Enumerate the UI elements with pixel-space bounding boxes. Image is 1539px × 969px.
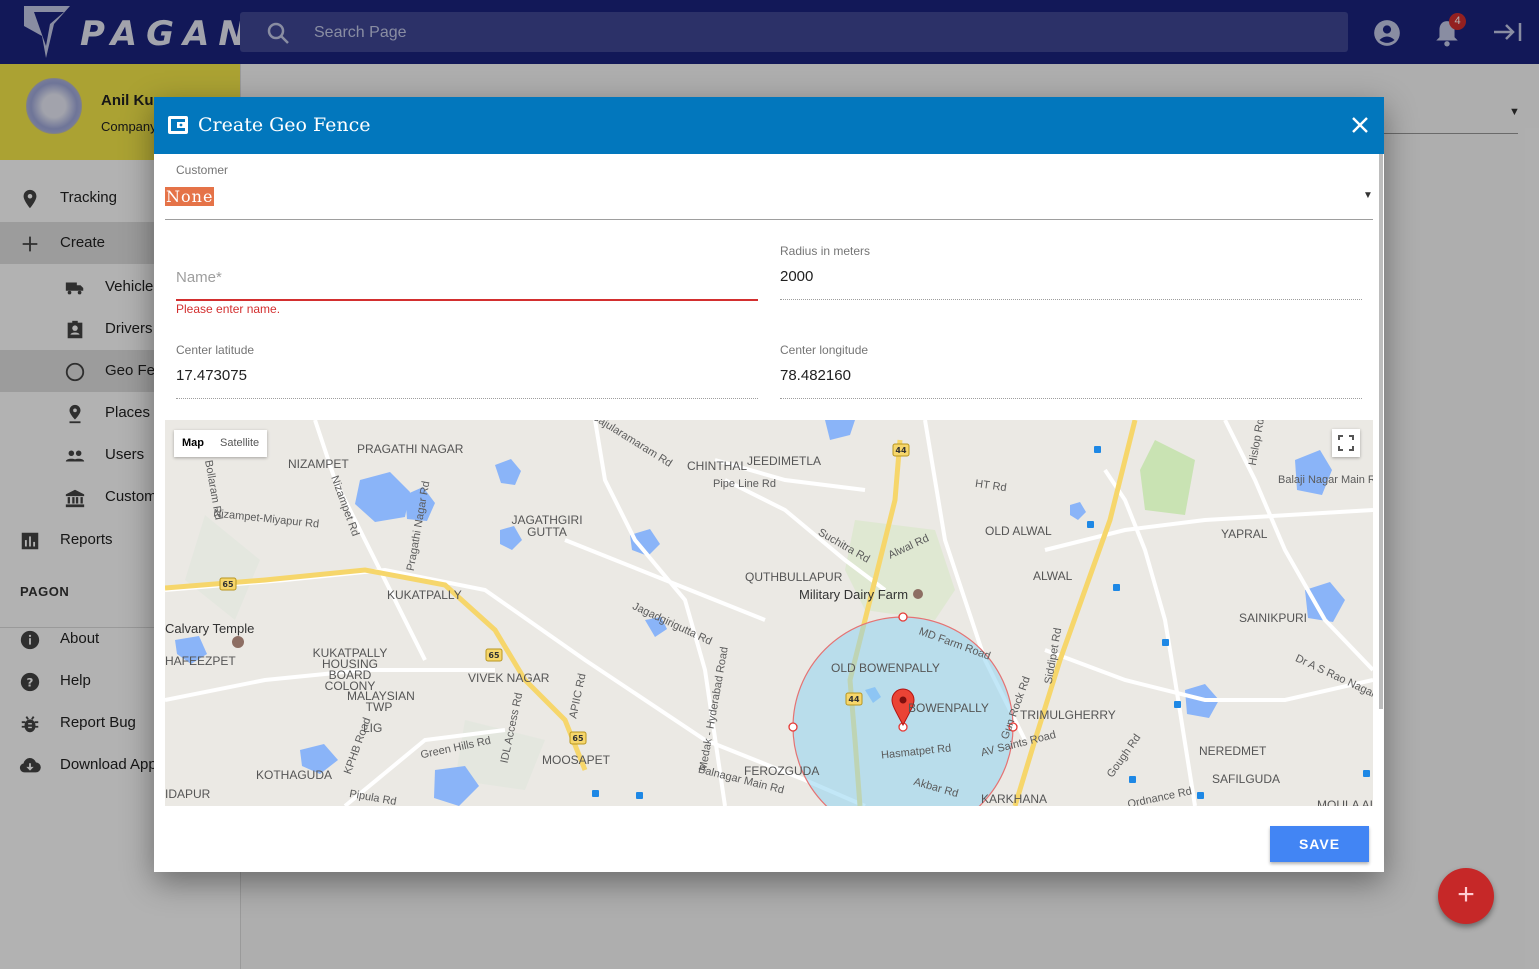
- name-error: Please enter name.: [176, 302, 281, 316]
- svg-text:44: 44: [895, 446, 907, 455]
- map-type-map-button[interactable]: Map: [174, 430, 212, 457]
- map-label: OLD ALWAL: [985, 524, 1052, 538]
- map-label: HAFEEZPET: [165, 654, 236, 668]
- dialog-title: Create Geo Fence: [198, 114, 371, 136]
- map-label: JEEDIMETLA: [747, 454, 822, 468]
- wallet-icon: [168, 116, 188, 134]
- map-label: KUKATPALLY: [387, 588, 462, 602]
- radius-underline: [780, 299, 1362, 300]
- svg-text:65: 65: [572, 734, 584, 743]
- map-label: NEREDMET: [1199, 744, 1267, 758]
- latitude-field[interactable]: 17.473075: [176, 367, 247, 384]
- map-type-satellite-button[interactable]: Satellite: [212, 430, 267, 457]
- map-label: IDAPUR: [165, 787, 211, 801]
- map-label: MALAYSIAN TWP: [347, 689, 415, 714]
- name-field-underline: [176, 299, 758, 301]
- road-label: Pipe Line Rd: [713, 478, 776, 490]
- radius-field[interactable]: 2000: [780, 268, 813, 285]
- map-label: OLD BOWENPALLY: [831, 661, 940, 675]
- customer-select-underline: [165, 219, 1373, 220]
- customer-label: Customer: [176, 163, 229, 177]
- dialog-header: Create Geo Fence: [154, 97, 1384, 154]
- name-field[interactable]: Name*: [176, 269, 222, 286]
- map-label: SAFILGUDA: [1212, 772, 1281, 786]
- fullscreen-icon: [1338, 435, 1354, 451]
- map-label: VIVEK NAGAR: [468, 671, 550, 685]
- map-label: YAPRAL: [1221, 527, 1268, 541]
- longitude-label: Center longitude: [780, 343, 869, 357]
- add-fab-button[interactable]: +: [1438, 868, 1494, 924]
- customer-select-value[interactable]: None: [165, 187, 215, 206]
- svg-text:65: 65: [488, 651, 500, 660]
- map-type-toggle: Map Satellite: [174, 430, 268, 457]
- close-icon[interactable]: [1350, 115, 1370, 135]
- map-label: Military Dairy Farm: [799, 587, 909, 602]
- latitude-underline: [176, 398, 758, 399]
- map-label: JAGATHGIRI GUTTA: [511, 513, 583, 539]
- map-label: Calvary Temple: [165, 621, 255, 636]
- road-label: Balaji Nagar Main Rd: [1278, 474, 1373, 486]
- map-label: QUTHBULLAPUR: [745, 570, 843, 584]
- geo-fence-map[interactable]: 44 65 65 65 44 NIZAMPET PRAGATHI NAGAR C…: [165, 420, 1373, 806]
- dialog-scrollbar[interactable]: [1379, 154, 1383, 709]
- save-button[interactable]: SAVE: [1270, 826, 1369, 862]
- svg-text:65: 65: [222, 580, 234, 589]
- map-label: FEROZGUDA: [744, 764, 820, 778]
- map-label: KARKHANA: [981, 792, 1048, 806]
- map-label: CHINTHAL: [687, 459, 748, 473]
- map-label: KOTHAGUDA: [256, 768, 333, 782]
- map-label: NIZAMPET: [288, 457, 349, 471]
- longitude-underline: [780, 398, 1362, 399]
- fullscreen-button[interactable]: [1332, 429, 1360, 457]
- map-label: MOOSAPET: [542, 753, 611, 767]
- map-label: SAINIKPURI: [1239, 611, 1308, 625]
- longitude-field[interactable]: 78.482160: [780, 367, 851, 384]
- map-label: PRAGATHI NAGAR: [357, 442, 464, 456]
- create-geo-fence-dialog: Create Geo Fence Customer None ▼ Name* P…: [154, 97, 1384, 872]
- svg-text:44: 44: [848, 695, 860, 704]
- chevron-down-icon[interactable]: ▼: [1363, 190, 1373, 201]
- map-label: KUKATPALLY HOUSING BOARD COLONY: [312, 646, 388, 693]
- map-label: ALWAL: [1033, 569, 1073, 583]
- map-label: BOWENPALLY: [908, 701, 989, 715]
- latitude-label: Center latitude: [176, 343, 255, 357]
- radius-label: Radius in meters: [780, 244, 871, 258]
- map-label: MOULA ALI: [1317, 798, 1373, 806]
- map-label: TRIMULGHERRY: [1020, 708, 1116, 722]
